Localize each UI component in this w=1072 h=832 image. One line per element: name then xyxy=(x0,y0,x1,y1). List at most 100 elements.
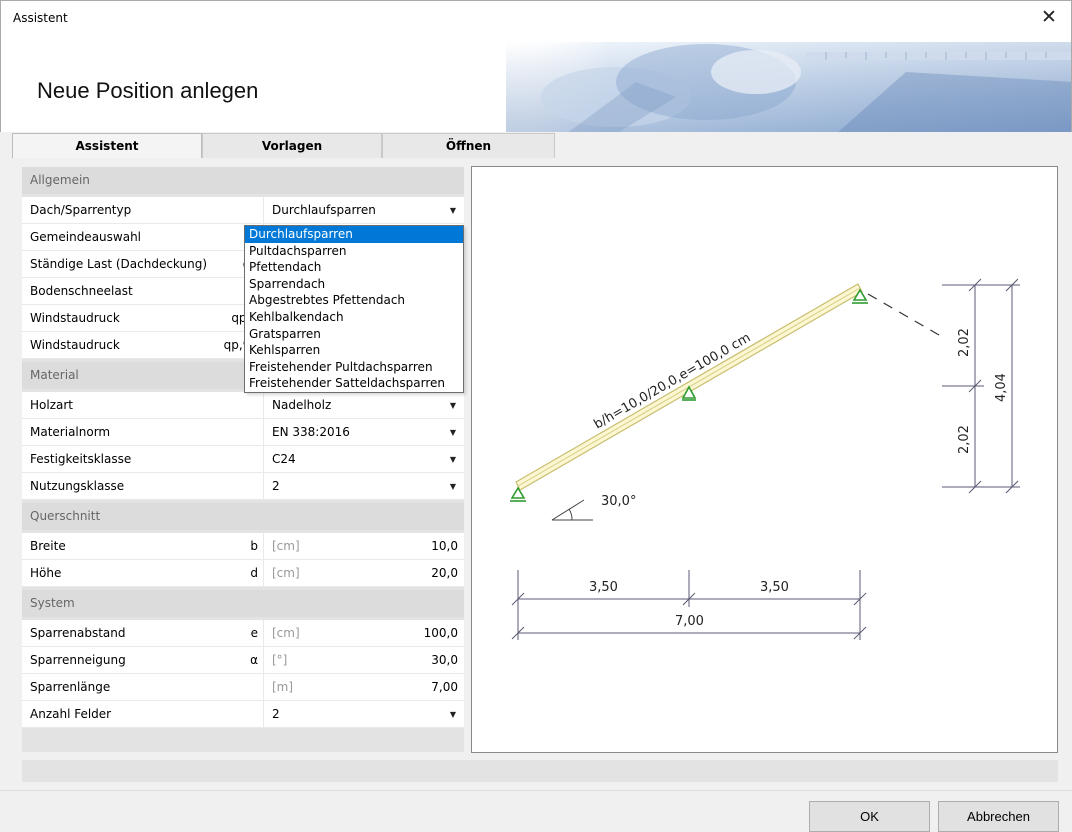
category-allgemein: Allgemein xyxy=(22,167,464,194)
horizontal-dimension xyxy=(511,570,867,640)
dach-sparrentyp-select[interactable]: Durchlaufsparren xyxy=(272,197,376,224)
dropdown-arrow-icon[interactable]: ▼ xyxy=(450,446,456,473)
column-divider xyxy=(263,473,264,500)
row-label: Gemeindeauswahl xyxy=(30,230,142,244)
category-system: System xyxy=(22,590,464,617)
dropdown-option[interactable]: Durchlaufsparren xyxy=(245,226,463,243)
dropdown-option[interactable]: Sparrendach xyxy=(245,276,463,293)
dim-label-v2: 2,02 xyxy=(957,425,972,454)
system-preview: b/h=10,0/20,0,e=100,0 cm 30,0° 3,50 3,50… xyxy=(471,166,1058,753)
dropdown-option[interactable]: Freistehender Pultdachsparren xyxy=(245,359,463,376)
dim-label-v1: 2,02 xyxy=(957,328,972,357)
dim-label-v-total: 4,04 xyxy=(994,373,1009,402)
sparrenlaenge-value: 7,00 xyxy=(431,680,458,694)
row-symbol: α xyxy=(250,653,258,667)
column-divider xyxy=(263,674,264,701)
row-label: Holzart xyxy=(30,398,73,412)
dropdown-option[interactable]: Freistehender Satteldachsparren xyxy=(245,375,463,392)
angle-icon xyxy=(551,499,593,521)
row-label: Sparrenlänge xyxy=(30,680,111,694)
column-divider xyxy=(263,560,264,587)
dropdown-arrow-icon[interactable]: ▼ xyxy=(450,392,456,419)
header: Neue Position anlegen xyxy=(0,34,1072,132)
tab-bar: Assistent Vorlagen Öffnen xyxy=(12,133,555,158)
row-label: Materialnorm xyxy=(30,425,111,439)
dropdown-option[interactable]: Gratsparren xyxy=(245,326,463,343)
ok-button[interactable]: OK xyxy=(809,801,930,832)
hoehe-value[interactable]: 20,0 xyxy=(431,560,458,587)
dach-sparrentyp-dropdown[interactable]: Durchlaufsparren Pultdachsparren Pfetten… xyxy=(244,225,464,393)
row-symbol: e xyxy=(250,626,258,640)
close-icon[interactable]: ✕ xyxy=(1037,5,1061,29)
header-banner-image xyxy=(506,42,1071,132)
dim-label-h-total: 7,00 xyxy=(675,614,704,629)
row-unit: [cm] xyxy=(272,626,300,640)
cancel-button[interactable]: Abbrechen xyxy=(938,801,1059,832)
angle-label: 30,0° xyxy=(601,494,636,509)
row-label: Anzahl Felder xyxy=(30,707,112,721)
sparrenabstand-value[interactable]: 100,0 xyxy=(424,620,458,647)
row-label: Breite xyxy=(30,539,66,553)
row-sparrenneigung[interactable]: Sparrenneigung α [°] 30,0 xyxy=(22,647,464,674)
dropdown-arrow-icon[interactable]: ▼ xyxy=(450,701,456,728)
dropdown-option[interactable]: Pfettendach xyxy=(245,259,463,276)
column-divider xyxy=(263,647,264,674)
row-label: Nutzungsklasse xyxy=(30,479,125,493)
row-festigkeitsklasse[interactable]: Festigkeitsklasse C24 ▼ xyxy=(22,446,464,473)
row-label: Windstaudruck xyxy=(30,338,120,352)
column-divider xyxy=(263,392,264,419)
tab-oeffnen[interactable]: Öffnen xyxy=(382,133,555,158)
holzart-select[interactable]: Nadelholz xyxy=(272,392,331,419)
row-label: Bodenschneelast xyxy=(30,284,133,298)
category-querschnitt: Querschnitt xyxy=(22,503,464,530)
row-breite[interactable]: Breite b [cm] 10,0 xyxy=(22,533,464,560)
tab-assistent[interactable]: Assistent xyxy=(12,133,202,158)
nutzungsklasse-select[interactable]: 2 xyxy=(272,473,280,500)
column-divider xyxy=(263,419,264,446)
info-strip xyxy=(22,760,1058,782)
row-label: Sparrenneigung xyxy=(30,653,126,667)
row-unit: [cm] xyxy=(272,566,300,580)
column-divider xyxy=(263,197,264,224)
beam-label: b/h=10,0/20,0,e=100,0 cm xyxy=(592,330,754,432)
row-label: Höhe xyxy=(30,566,62,580)
dropdown-option[interactable]: Kehlbalkendach xyxy=(245,309,463,326)
tab-vorlagen[interactable]: Vorlagen xyxy=(202,133,382,158)
row-symbol: b xyxy=(250,539,258,553)
festigkeitsklasse-select[interactable]: C24 xyxy=(272,446,296,473)
row-unit: [m] xyxy=(272,680,294,694)
continuation-dash xyxy=(867,293,947,340)
row-hoehe[interactable]: Höhe d [cm] 20,0 xyxy=(22,560,464,587)
dropdown-arrow-icon[interactable]: ▼ xyxy=(450,473,456,500)
support-left-icon xyxy=(510,486,526,502)
row-anzahl-felder[interactable]: Anzahl Felder 2 ▼ xyxy=(22,701,464,728)
dropdown-arrow-icon[interactable]: ▼ xyxy=(450,197,456,224)
row-unit: [°] xyxy=(272,653,288,667)
dropdown-option[interactable]: Abgestrebtes Pfettendach xyxy=(245,292,463,309)
row-materialnorm[interactable]: Materialnorm EN 338:2016 ▼ xyxy=(22,419,464,446)
window-title: Assistent xyxy=(13,11,68,25)
row-symbol: d xyxy=(250,566,258,580)
dim-label-h1: 3,50 xyxy=(589,580,618,595)
row-holzart[interactable]: Holzart Nadelholz ▼ xyxy=(22,392,464,419)
row-dach-sparrentyp[interactable]: Dach/Sparrentyp Durchlaufsparren ▼ xyxy=(22,197,464,224)
column-divider xyxy=(263,446,264,473)
row-nutzungsklasse[interactable]: Nutzungsklasse 2 ▼ xyxy=(22,473,464,500)
rafter-drawing: b/h=10,0/20,0,e=100,0 cm 30,0° 3,50 3,50… xyxy=(510,278,1020,640)
dropdown-arrow-icon[interactable]: ▼ xyxy=(450,419,456,446)
breite-value[interactable]: 10,0 xyxy=(431,533,458,560)
page-title: Neue Position anlegen xyxy=(37,78,259,103)
row-sparrenabstand[interactable]: Sparrenabstand e [cm] 100,0 xyxy=(22,620,464,647)
anzahl-felder-select[interactable]: 2 xyxy=(272,701,280,728)
dropdown-option[interactable]: Kehlsparren xyxy=(245,342,463,359)
materialnorm-select[interactable]: EN 338:2016 xyxy=(272,419,350,446)
row-label: Windstaudruck xyxy=(30,311,120,325)
row-label: Sparrenabstand xyxy=(30,626,126,640)
column-divider xyxy=(263,701,264,728)
dropdown-option[interactable]: Pultdachsparren xyxy=(245,243,463,260)
column-divider xyxy=(263,533,264,560)
footer-divider xyxy=(0,790,1072,791)
title-bar: Assistent ✕ xyxy=(0,0,1072,34)
sparrenneigung-value[interactable]: 30,0 xyxy=(431,647,458,674)
row-sparrenlaenge: Sparrenlänge [m] 7,00 xyxy=(22,674,464,701)
